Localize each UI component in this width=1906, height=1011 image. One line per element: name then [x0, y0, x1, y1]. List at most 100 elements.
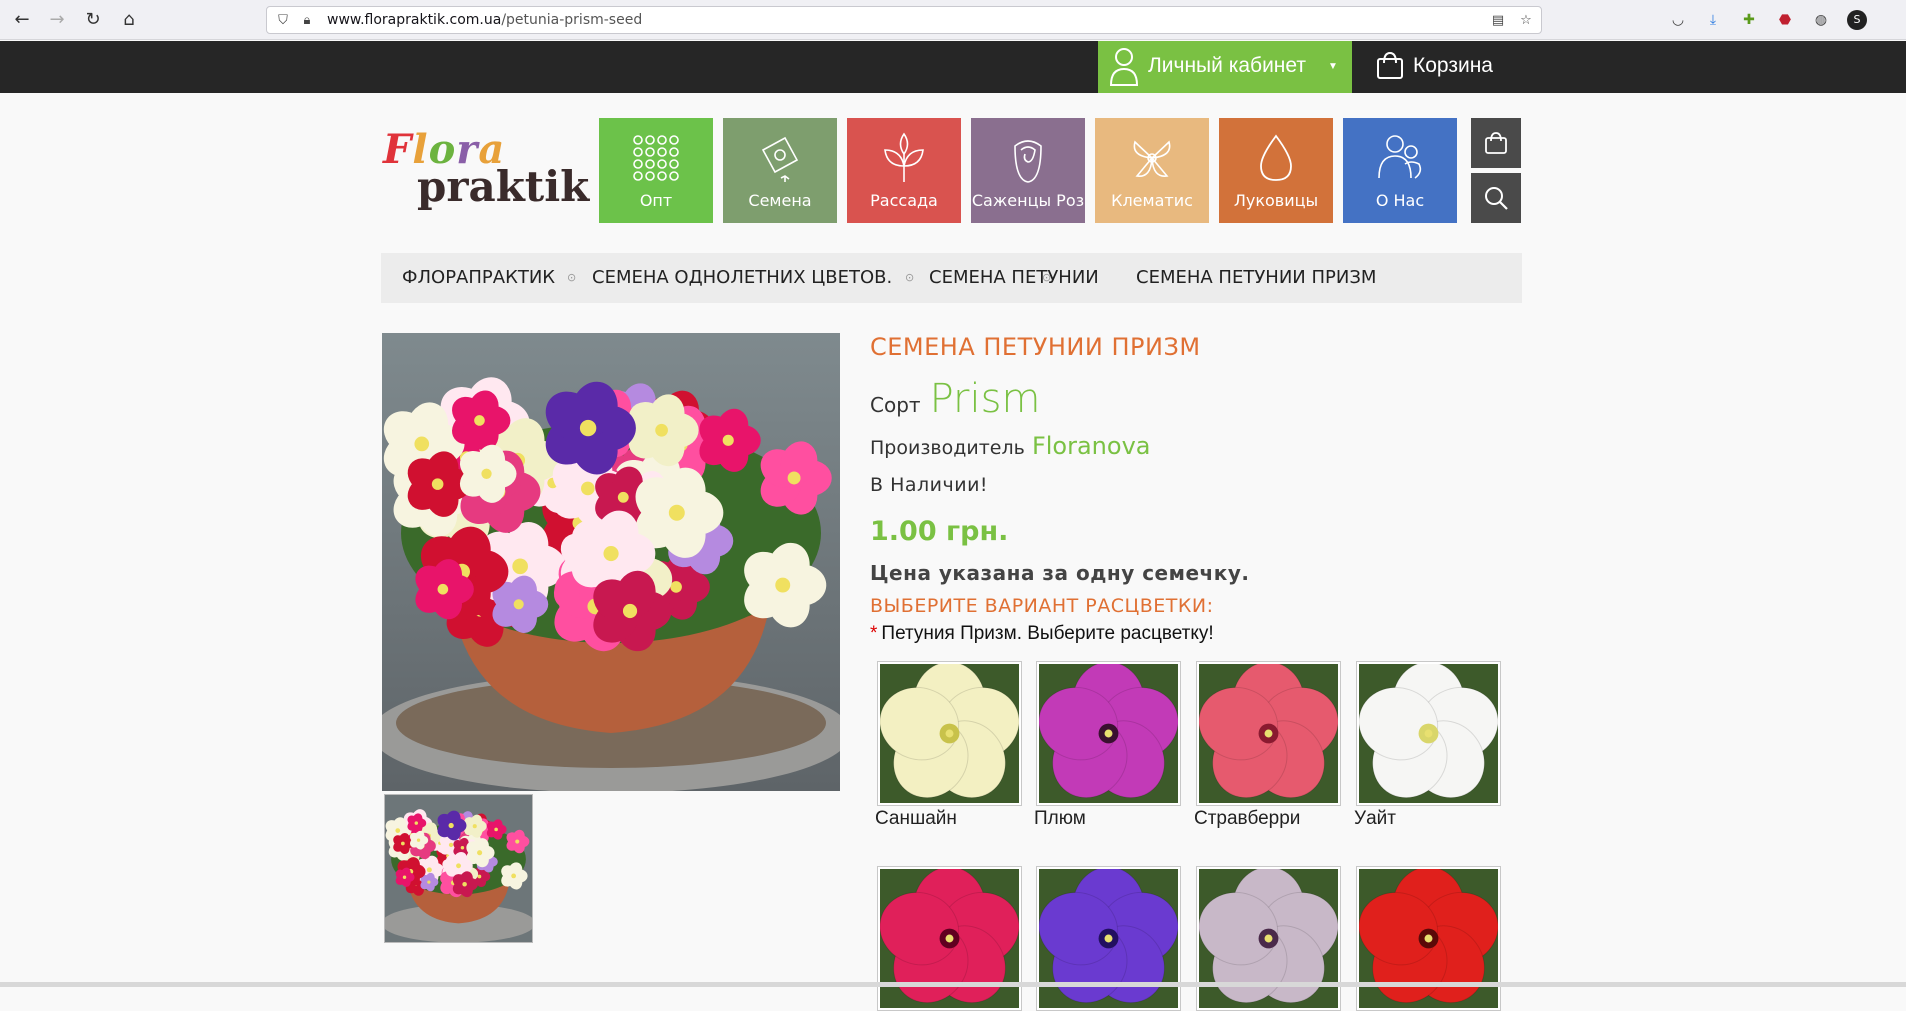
variant-name[interactable]: Плюм [1034, 808, 1086, 830]
nav-tile-label: Клематис [1111, 191, 1193, 210]
manufacturer-value[interactable]: Floranova [1032, 432, 1151, 460]
nav-tile-label: Саженцы Роз [971, 191, 1085, 210]
product-main-image[interactable] [382, 333, 840, 791]
shield-icon[interactable]: ⛉ [275, 13, 291, 29]
chevron-down-icon: ▼ [1328, 61, 1338, 72]
extension-icon[interactable]: ✚ [1739, 10, 1759, 30]
variant-name[interactable]: Уайт [1354, 808, 1396, 830]
nav-tile-3[interactable]: Саженцы Роз [971, 118, 1085, 223]
home-icon[interactable]: ⌂ [117, 8, 141, 32]
logo-line2: praktik [417, 162, 590, 211]
status-strip [0, 982, 1906, 987]
petunia-flower-icon [1199, 664, 1338, 803]
adblock-icon[interactable]: ⬣ [1775, 10, 1795, 30]
product-price: 1.00 грн. [870, 516, 1009, 547]
petunia-flower-icon [1039, 664, 1178, 803]
url-bar[interactable]: ⛉ 🔒︎ www.florapraktik.com.ua/petunia-pri… [266, 6, 1542, 34]
variant-photo [1199, 664, 1338, 803]
variant-swatch-6[interactable] [1196, 866, 1341, 1011]
breadcrumb-item-petunia[interactable]: СЕМЕНА ПЕТУНИИ [929, 267, 1099, 288]
bulb-icon [1260, 134, 1292, 181]
variety-value[interactable]: Prism [930, 376, 1041, 422]
reload-icon[interactable]: ↻ [81, 8, 105, 32]
petunia-flower-icon [880, 869, 1019, 1008]
variety-label: Сорт [870, 393, 921, 417]
nav-tile-0[interactable]: Опт [599, 118, 713, 223]
reader-view-icon[interactable]: ▤ [1490, 13, 1506, 29]
download-icon[interactable]: ⤓ [1703, 10, 1723, 30]
petunia-flower-icon [1359, 664, 1498, 803]
variant-photo [1359, 664, 1498, 803]
clematis-icon [1133, 140, 1171, 177]
breadcrumb-separator-icon: ⊙ [905, 271, 915, 284]
variant-heading: ВЫБЕРИТЕ ВАРИАНТ РАСЦВЕТКИ: [870, 595, 1214, 617]
manufacturer-label: Производитель [870, 437, 1025, 459]
browser-toolbar: ← → ↻ ⌂ ⛉ 🔒︎ www.florapraktik.com.ua/pet… [0, 0, 1906, 40]
rose-icon [1014, 140, 1042, 183]
back-icon[interactable]: ← [10, 8, 34, 32]
nav-tile-2[interactable]: Рассада [847, 118, 961, 223]
variant-photo [1039, 869, 1178, 1008]
site-logo[interactable]: Flora praktik [381, 122, 589, 212]
variant-swatch-0[interactable] [877, 661, 1022, 806]
lock-icon[interactable]: 🔒︎ [299, 13, 315, 29]
globe-icon[interactable]: ◍ [1811, 10, 1831, 30]
url-host: www.florapraktik.com.ua [327, 12, 502, 28]
mini-cart-button[interactable] [1471, 118, 1521, 168]
petunia-bowl-photo [382, 333, 840, 791]
variant-photo [1199, 869, 1338, 1008]
petunia-flower-icon [1199, 869, 1338, 1008]
nav-tile-label: О Нас [1375, 191, 1425, 210]
variant-required-text: Петуния Призм. Выберите расцветку! [881, 623, 1214, 644]
variant-swatch-7[interactable] [1356, 866, 1501, 1011]
top-bar: Личный кабинет ▼ Корзина [0, 41, 1906, 93]
user-icon [1109, 48, 1139, 86]
variant-name[interactable]: Стравберри [1194, 808, 1300, 830]
variant-swatch-4[interactable] [877, 866, 1022, 1011]
nav-tile-label: Опт [639, 191, 673, 210]
seedling-icon [884, 132, 924, 182]
account-button[interactable]: Личный кабинет ▼ [1098, 41, 1352, 93]
grid-icon [633, 135, 679, 181]
url-text[interactable]: www.florapraktik.com.ua/petunia-prism-se… [327, 12, 642, 28]
variant-swatch-5[interactable] [1036, 866, 1181, 1011]
bookmark-star-icon[interactable]: ☆ [1518, 13, 1534, 29]
search-button[interactable] [1471, 173, 1521, 223]
nav-tile-6[interactable]: О Нас [1343, 118, 1457, 223]
forward-icon[interactable]: → [45, 8, 69, 32]
cart-button[interactable]: Корзина [1355, 41, 1525, 93]
nav-tile-label: Семена [748, 191, 812, 210]
cart-label: Корзина [1413, 54, 1493, 77]
breadcrumb: ФЛОРАПРАКТИК ⊙ СЕМЕНА ОДНОЛЕТНИХ ЦВЕТОВ.… [381, 253, 1522, 303]
search-icon [1485, 187, 1508, 210]
profile-icon[interactable]: S [1847, 10, 1867, 30]
petunia-bowl-thumbnail [385, 795, 532, 942]
shopping-bag-icon [1485, 132, 1507, 154]
variant-swatch-3[interactable] [1356, 661, 1501, 806]
product-title: СЕМЕНА ПЕТУНИИ ПРИЗМ [870, 333, 1201, 361]
variant-photo [880, 664, 1019, 803]
url-path: /petunia-prism-seed [501, 12, 643, 28]
variant-photo [880, 869, 1019, 1008]
breadcrumb-item-annuals[interactable]: СЕМЕНА ОДНОЛЕТНИХ ЦВЕТОВ. [592, 267, 892, 288]
variant-name[interactable]: Саншайн [875, 808, 957, 830]
petunia-flower-icon [1359, 869, 1498, 1008]
pocket-icon[interactable]: ◡ [1668, 10, 1688, 30]
breadcrumb-item-current: СЕМЕНА ПЕТУНИИ ПРИЗМ [1136, 267, 1377, 288]
variety-row: Сорт Prism [870, 376, 1040, 422]
breadcrumb-item-home[interactable]: ФЛОРАПРАКТИК [402, 267, 555, 288]
shopping-bag-icon [1377, 51, 1403, 79]
nav-tile-5[interactable]: Луковицы [1219, 118, 1333, 223]
nav-tile-label: Луковицы [1233, 191, 1319, 210]
variant-swatch-2[interactable] [1196, 661, 1341, 806]
seed-packet-icon [761, 136, 799, 182]
petunia-flower-icon [880, 664, 1019, 803]
manufacturer-row: Производитель Floranova [870, 432, 1150, 460]
product-thumbnail[interactable] [384, 794, 533, 943]
nav-tile-4[interactable]: Клематис [1095, 118, 1209, 223]
price-note: Цена указана за одну семечку. [870, 561, 1250, 585]
variant-swatch-1[interactable] [1036, 661, 1181, 806]
nav-tile-1[interactable]: Семена [723, 118, 837, 223]
stock-status: В Наличии! [870, 474, 989, 496]
account-label: Личный кабинет [1148, 54, 1306, 77]
